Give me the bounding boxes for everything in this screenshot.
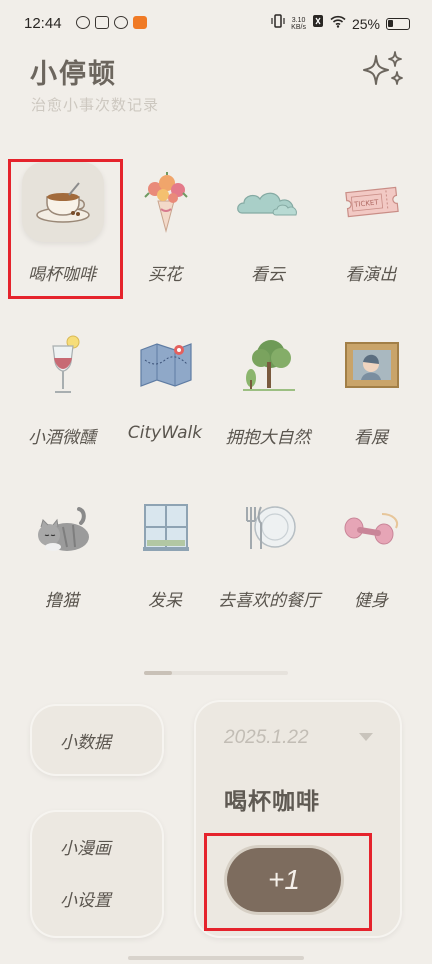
status-right: 3.10 KB/s 25%: [271, 14, 410, 33]
battery-percent: 25%: [351, 15, 380, 32]
activity-shows[interactable]: TICKET 看演出: [321, 156, 421, 296]
window-icon: [125, 488, 207, 568]
activity-daydream[interactable]: 发呆: [115, 482, 215, 622]
activity-label: 看云: [251, 265, 285, 285]
data-label: 小数据: [60, 733, 111, 753]
activity-label: 拥抱大自然: [225, 428, 311, 448]
activity-label: 撸猫: [45, 591, 79, 611]
ticket-icon: TICKET: [331, 162, 413, 242]
notification-icons: [76, 16, 147, 29]
dumbbell-icon: [331, 488, 413, 568]
flower-bouquet-icon: [125, 162, 207, 242]
app-subtitle: 治愈小事次数记录: [31, 96, 160, 114]
activity-label: 看展: [354, 428, 388, 448]
activity-fitness[interactable]: 健身: [321, 482, 421, 622]
plate-cutlery-icon: [228, 488, 310, 568]
activity-cat[interactable]: 撸猫: [12, 482, 112, 622]
activity-label: 去喜欢的餐厅: [218, 591, 320, 611]
speed-value: 3.10: [291, 16, 306, 24]
app-title: 小停顿: [30, 59, 117, 90]
data-button[interactable]: 小数据: [30, 704, 164, 776]
status-bar: 12:44 3.10 KB/s 25%: [0, 0, 432, 50]
page-indicator: [144, 671, 288, 675]
sparkle-icon: [363, 51, 403, 85]
counter-date[interactable]: 2025.1.22: [224, 727, 309, 749]
activity-nature[interactable]: 拥抱大自然: [218, 319, 318, 459]
activity-label: 发呆: [148, 591, 182, 611]
sync-icon: [114, 16, 128, 29]
comic-button[interactable]: 小漫画: [60, 834, 111, 859]
date-dropdown-icon[interactable]: [359, 733, 373, 741]
activity-citywalk[interactable]: CityWalk: [115, 319, 215, 459]
activity-clouds[interactable]: 看云: [218, 156, 318, 296]
activity-restaurant[interactable]: 去喜欢的餐厅: [218, 482, 320, 622]
vibrate-icon: [271, 14, 285, 33]
store-icon: [133, 16, 147, 29]
menu-card: 小漫画 小设置: [30, 810, 164, 938]
wine-glass-icon: [22, 325, 104, 405]
status-time: 12:44: [24, 15, 62, 32]
link-icon: [76, 16, 90, 29]
cat-icon: [22, 488, 104, 568]
activity-flowers[interactable]: 买花: [115, 156, 215, 296]
selection-highlight: [8, 159, 123, 299]
counter-activity-name: 喝杯咖啡: [224, 789, 320, 815]
nfc-icon: [312, 14, 324, 33]
plus-button-highlight: [204, 833, 372, 931]
activity-label: CityWalk: [127, 423, 203, 443]
network-speed: 3.10 KB/s: [291, 17, 306, 31]
speed-unit: KB/s: [291, 23, 306, 31]
home-indicator[interactable]: [128, 956, 304, 960]
activity-label: 买花: [148, 265, 182, 285]
sparkle-button[interactable]: [360, 50, 408, 90]
activity-exhibition[interactable]: 看展: [321, 319, 421, 459]
activity-drinks[interactable]: 小酒微醺: [12, 319, 112, 459]
activity-label: 小酒微醺: [28, 428, 96, 448]
map-icon: [125, 325, 207, 405]
settings-button[interactable]: 小设置: [60, 886, 111, 911]
wifi-icon: [330, 15, 346, 33]
activity-label: 健身: [354, 591, 388, 611]
framed-painting-icon: [331, 325, 413, 405]
page-indicator-thumb: [144, 671, 172, 675]
trees-icon: [228, 325, 310, 405]
app-notification-icon: [95, 16, 109, 29]
activity-label: 看演出: [345, 265, 397, 285]
cloud-icon: [228, 162, 310, 242]
battery-icon: [386, 17, 410, 30]
